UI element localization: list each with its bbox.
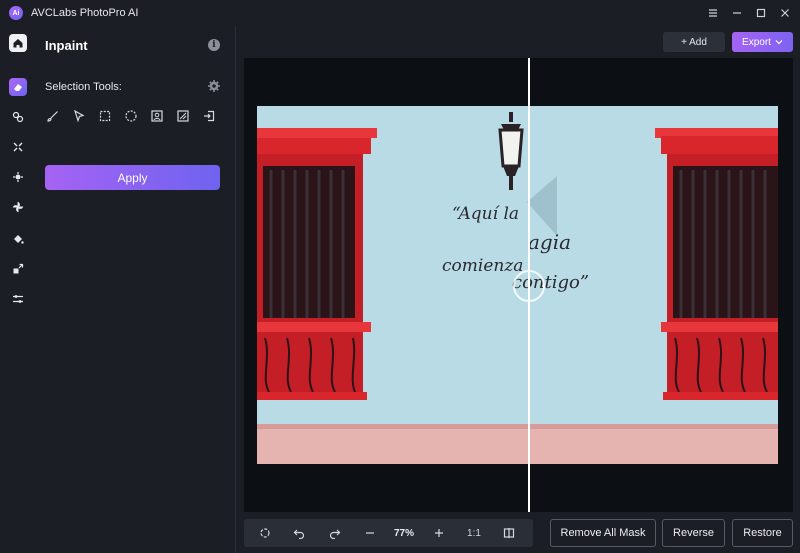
selection-tools-label: Selection Tools: <box>45 81 122 93</box>
selection-tools <box>45 108 217 124</box>
brush-icon[interactable] <box>45 108 61 124</box>
enhance-tool-icon[interactable] <box>9 138 27 156</box>
resize-tool-icon[interactable] <box>9 260 27 278</box>
zoom-level: 77% <box>393 527 414 539</box>
apply-button[interactable]: Apply <box>45 165 220 190</box>
right-window <box>655 128 778 400</box>
panel-divider <box>235 26 236 553</box>
title-bar: Ai AVCLabs PhotoPro AI <box>0 0 800 26</box>
wall-text-right-1: agia <box>528 230 572 254</box>
pattern-select-icon[interactable] <box>175 108 191 124</box>
home-icon[interactable] <box>9 34 27 52</box>
zoom-out-icon[interactable] <box>361 524 379 542</box>
reset-view-icon[interactable] <box>256 524 274 542</box>
remove-all-mask-button[interactable]: Remove All Mask <box>550 519 656 547</box>
portrait-select-icon[interactable] <box>149 108 165 124</box>
ellipse-select-icon[interactable] <box>123 108 139 124</box>
gear-icon[interactable] <box>207 79 221 93</box>
left-window <box>257 128 377 400</box>
menu-icon[interactable] <box>704 4 722 22</box>
pinwheel-tool-icon[interactable] <box>9 198 27 216</box>
compare-split-handle[interactable] <box>513 270 545 302</box>
window-controls <box>704 4 794 22</box>
actual-size-button[interactable]: 1:1 <box>464 524 484 542</box>
restore-button[interactable]: Restore <box>732 519 793 547</box>
inpaint-eraser-icon[interactable] <box>9 78 27 96</box>
inpaint-panel: Inpaint i Selection Tools: Apply <box>36 26 235 553</box>
image-canvas[interactable]: “Aquí la agia comienza contigo” <box>244 58 793 512</box>
add-button[interactable]: + Add <box>663 32 725 52</box>
lasso-pointer-icon[interactable] <box>71 108 87 124</box>
export-button[interactable]: Export <box>732 32 793 52</box>
info-icon[interactable]: i <box>208 39 220 51</box>
close-icon[interactable] <box>776 4 794 22</box>
app-title: AVCLabs PhotoPro AI <box>31 7 139 19</box>
zoom-toolbar: 77% 1:1 <box>244 519 533 547</box>
panel-title: Inpaint <box>45 38 88 53</box>
import-mask-icon[interactable] <box>201 108 217 124</box>
tool-rail <box>0 26 36 553</box>
wall-text-left-1: “Aquí la <box>452 204 520 224</box>
minimize-icon[interactable] <box>728 4 746 22</box>
adjust-sliders-icon[interactable] <box>9 290 27 308</box>
chevron-down-icon <box>775 40 783 45</box>
face-tool-icon[interactable] <box>9 108 27 126</box>
export-label: Export <box>742 36 771 48</box>
compare-view-icon[interactable] <box>500 524 518 542</box>
redo-icon[interactable] <box>326 524 344 542</box>
app-logo-icon: Ai <box>9 6 23 20</box>
sparkle-tool-icon[interactable] <box>9 168 27 186</box>
zoom-in-icon[interactable] <box>430 524 448 542</box>
color-fill-icon[interactable] <box>9 230 27 248</box>
undo-icon[interactable] <box>290 524 308 542</box>
rectangle-select-icon[interactable] <box>97 108 113 124</box>
reverse-button[interactable]: Reverse <box>662 519 725 547</box>
maximize-icon[interactable] <box>752 4 770 22</box>
